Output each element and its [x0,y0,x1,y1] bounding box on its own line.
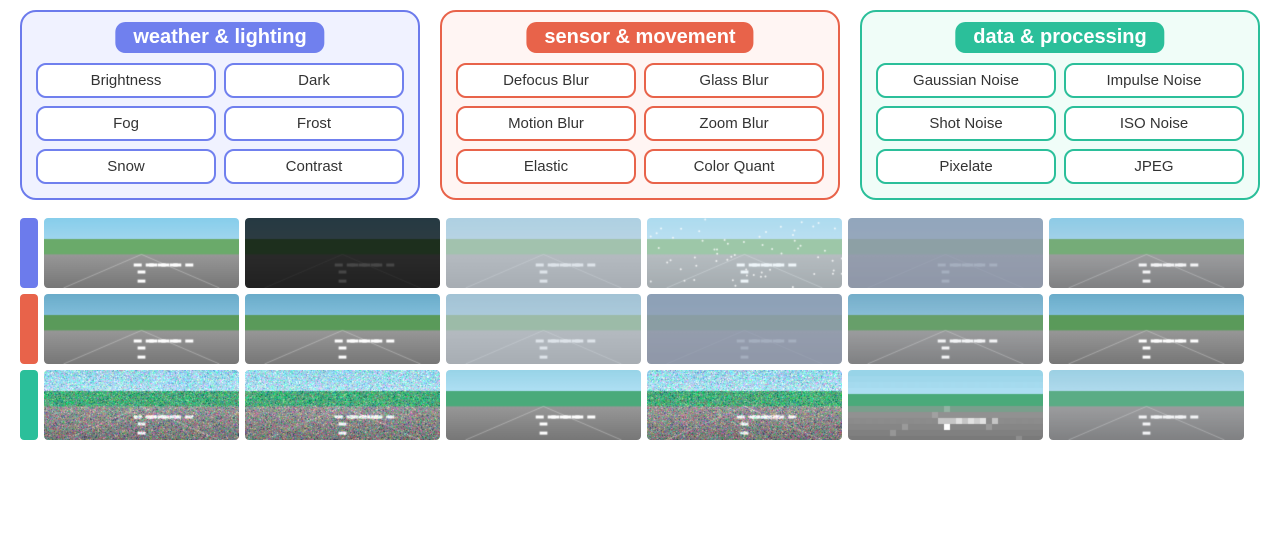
road-canvas-green-3 [647,370,842,440]
item-chip-zoom-blur[interactable]: Zoom Blur [644,106,824,141]
item-chip-gaussian-noise[interactable]: Gaussian Noise [876,63,1056,98]
items-grid-sensor: Defocus BlurGlass BlurMotion BlurZoom Bl… [456,63,824,184]
image-row-blue [20,218,1260,288]
category-title-data: data & processing [955,22,1164,53]
item-chip-color-quant[interactable]: Color Quant [644,149,824,184]
road-image-green-0 [44,370,239,440]
road-canvas-green-0 [44,370,239,440]
item-chip-motion-blur[interactable]: Motion Blur [456,106,636,141]
road-canvas-green-1 [245,370,440,440]
item-chip-fog[interactable]: Fog [36,106,216,141]
road-canvas-blue-0 [44,218,239,288]
road-image-red-4 [848,294,1043,364]
road-image-red-1 [245,294,440,364]
road-canvas-blue-4 [848,218,1043,288]
category-title-weather: weather & lighting [115,22,324,53]
road-image-blue-2 [446,218,641,288]
item-chip-dark[interactable]: Dark [224,63,404,98]
road-canvas-green-4 [848,370,1043,440]
road-image-blue-5 [1049,218,1244,288]
item-chip-shot-noise[interactable]: Shot Noise [876,106,1056,141]
road-image-green-4 [848,370,1043,440]
item-chip-elastic[interactable]: Elastic [456,149,636,184]
road-canvas-blue-3 [647,218,842,288]
item-chip-iso-noise[interactable]: ISO Noise [1064,106,1244,141]
row-indicator-blue [20,218,38,288]
items-grid-weather: BrightnessDarkFogFrostSnowContrast [36,63,404,184]
road-canvas-blue-1 [245,218,440,288]
road-image-blue-0 [44,218,239,288]
road-image-red-2 [446,294,641,364]
road-canvas-red-0 [44,294,239,364]
images-section [20,218,1260,440]
road-image-red-3 [647,294,842,364]
item-chip-impulse-noise[interactable]: Impulse Noise [1064,63,1244,98]
road-image-red-0 [44,294,239,364]
road-image-blue-4 [848,218,1043,288]
road-canvas-green-5 [1049,370,1244,440]
road-canvas-green-2 [446,370,641,440]
road-image-blue-3 [647,218,842,288]
image-row-green [20,370,1260,440]
road-image-blue-1 [245,218,440,288]
road-canvas-red-1 [245,294,440,364]
main-container: weather & lighting BrightnessDarkFogFrost… [0,0,1280,537]
item-chip-contrast[interactable]: Contrast [224,149,404,184]
road-canvas-blue-5 [1049,218,1244,288]
item-chip-brightness[interactable]: Brightness [36,63,216,98]
item-chip-glass-blur[interactable]: Glass Blur [644,63,824,98]
categories-row: weather & lighting BrightnessDarkFogFrost… [20,10,1260,200]
road-image-green-5 [1049,370,1244,440]
item-chip-frost[interactable]: Frost [224,106,404,141]
category-box-sensor: sensor & movement Defocus BlurGlass BlurM… [440,10,840,200]
category-box-data: data & processing Gaussian NoiseImpulse N… [860,10,1260,200]
category-title-sensor: sensor & movement [526,22,753,53]
row-indicator-red [20,294,38,364]
road-image-green-1 [245,370,440,440]
row-indicator-green [20,370,38,440]
road-image-green-2 [446,370,641,440]
road-canvas-red-2 [446,294,641,364]
image-row-red [20,294,1260,364]
road-canvas-red-4 [848,294,1043,364]
road-canvas-red-3 [647,294,842,364]
item-chip-snow[interactable]: Snow [36,149,216,184]
road-image-red-5 [1049,294,1244,364]
road-canvas-blue-2 [446,218,641,288]
road-canvas-red-5 [1049,294,1244,364]
item-chip-jpeg[interactable]: JPEG [1064,149,1244,184]
items-grid-data: Gaussian NoiseImpulse NoiseShot NoiseISO… [876,63,1244,184]
item-chip-pixelate[interactable]: Pixelate [876,149,1056,184]
category-box-weather: weather & lighting BrightnessDarkFogFrost… [20,10,420,200]
road-image-green-3 [647,370,842,440]
item-chip-defocus-blur[interactable]: Defocus Blur [456,63,636,98]
